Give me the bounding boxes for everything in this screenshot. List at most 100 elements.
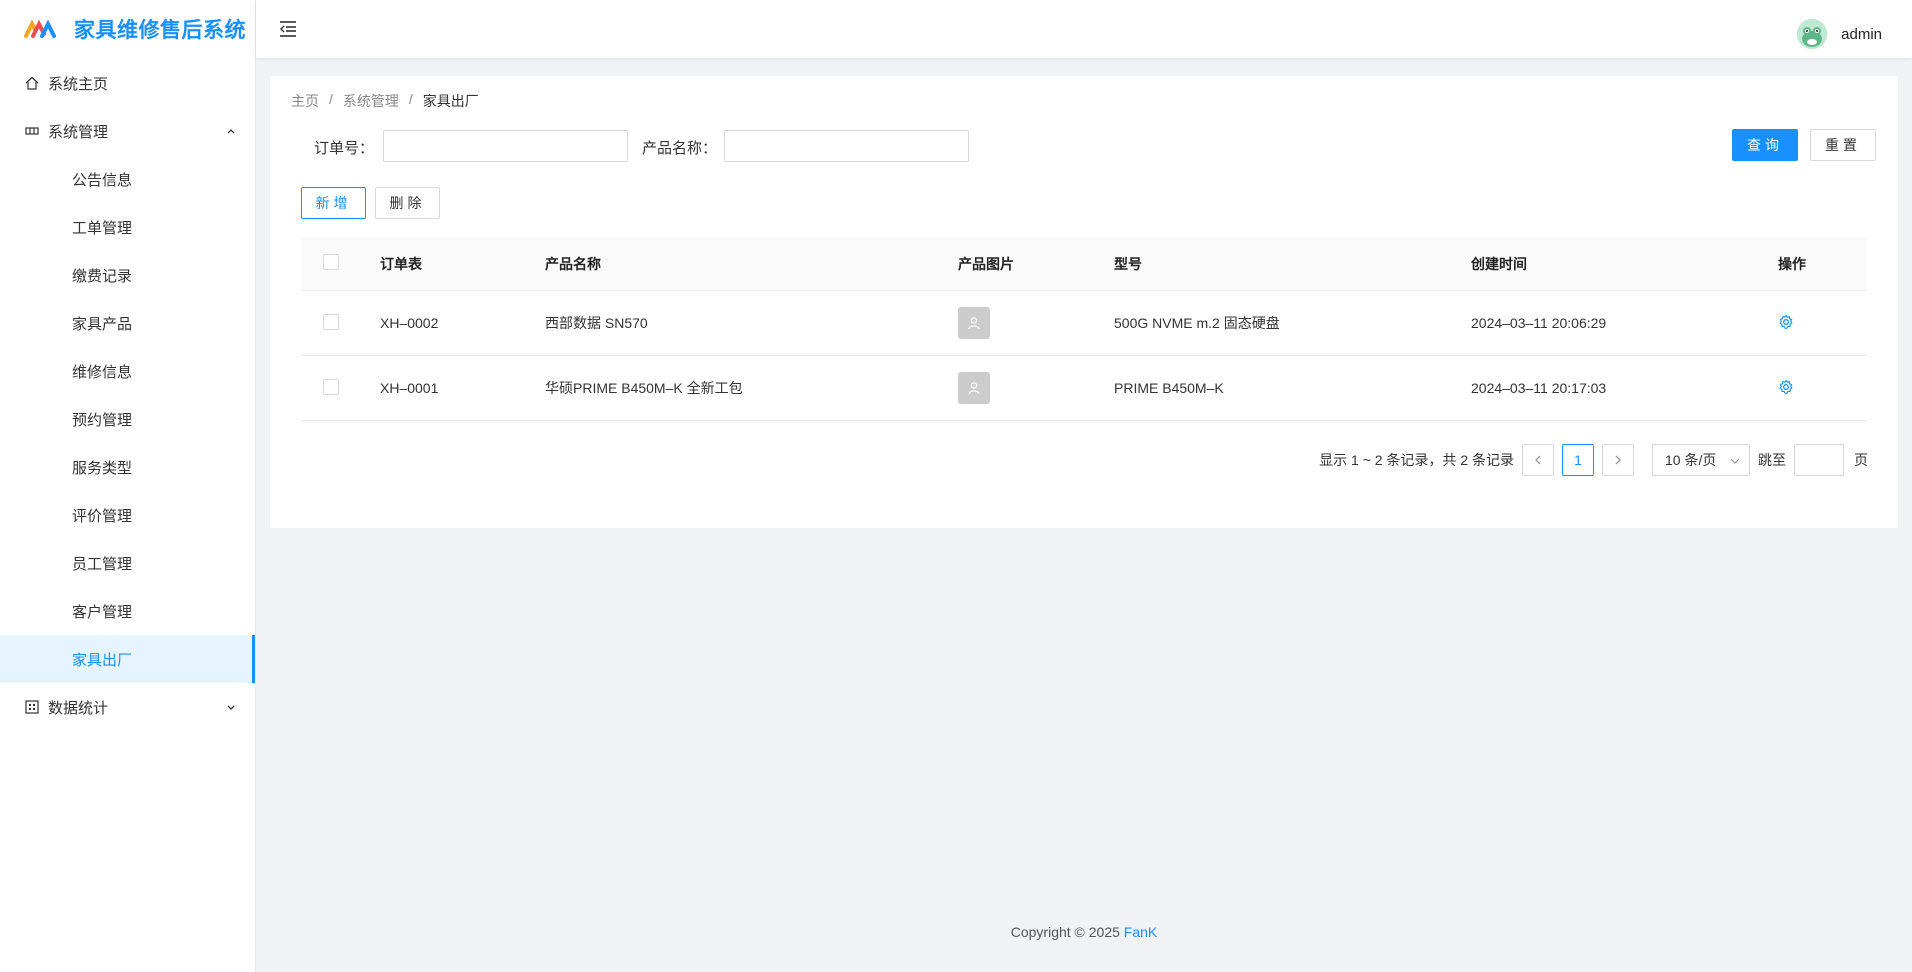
sidebar-subitem-label: 服务类型 (72, 459, 133, 477)
cell-order: XH–0002 (380, 315, 439, 331)
menu-label-system: 系统管理 (48, 123, 109, 141)
sidebar-subitem[interactable]: 员工管理 (0, 539, 255, 587)
home-icon (25, 76, 39, 90)
sidebar-subitem-label: 维修信息 (72, 363, 133, 381)
sidebar-subitem-label: 工单管理 (72, 219, 133, 237)
cell-product-name: 西部数据 SN570 (545, 315, 648, 331)
table-row[interactable]: XH–0002 西部数据 SN570 500G NVME m.2 固态硬盘 2024–… (301, 291, 1867, 356)
copyright-text: Copyright © 2025 (1010, 924, 1120, 940)
sidebar-subitem[interactable]: 评价管理 (0, 491, 255, 539)
chevron-right-icon (1615, 455, 1621, 465)
add-button[interactable]: 新增 (301, 187, 366, 219)
header-model: 型号 (1114, 255, 1142, 272)
sidebar-subitem-label: 家具产品 (72, 315, 133, 333)
system-submenu: 公告信息工单管理缴费记录家具产品维修信息预约管理服务类型评价管理员工管理客户管理… (0, 155, 255, 683)
sidebar-subitem[interactable]: 服务类型 (0, 443, 255, 491)
sidebar-subitem[interactable]: 家具产品 (0, 299, 255, 347)
header-created-time: 创建时间 (1471, 255, 1527, 272)
next-page-button[interactable] (1602, 444, 1634, 476)
sidebar-subitem[interactable]: 维修信息 (0, 347, 255, 395)
settings-gear-icon[interactable] (1778, 379, 1794, 395)
page-suffix: 页 (1854, 452, 1868, 468)
breadcrumb: 主页 / 系统管理 / 家具出厂 (291, 91, 479, 111)
menu-item-home[interactable]: 系统主页 (0, 59, 255, 107)
reset-button[interactable]: 重置 (1810, 129, 1876, 161)
sidebar-subitem[interactable]: 缴费记录 (0, 251, 255, 299)
user-icon (968, 382, 980, 395)
jump-page-input[interactable] (1794, 444, 1844, 476)
sidebar-subitem-label: 缴费记录 (72, 267, 133, 285)
page-number-1[interactable]: 1 (1562, 444, 1594, 476)
cell-created-time: 2024–03–11 20:17:03 (1471, 380, 1607, 396)
page-size-select[interactable]: 10 条/页 (1652, 444, 1750, 476)
cell-model: 500G NVME m.2 固态硬盘 (1114, 315, 1280, 331)
menu-label-home: 系统主页 (48, 75, 109, 93)
order-no-label: 订单号： (314, 140, 375, 157)
avatar-frog-icon (1797, 19, 1828, 49)
data-table: 订单表 产品名称 产品图片 型号 创建时间 操作 XH–0002 西部数据 SN5… (301, 237, 1867, 421)
content-card: 主页 / 系统管理 / 家具出厂 订单号： 产品名称： 查询 重置 新增 删除 … (270, 76, 1898, 528)
menu-item-system[interactable]: 系统管理 (0, 107, 255, 155)
cell-order: XH–0001 (380, 380, 439, 396)
user-icon (968, 317, 980, 330)
sidebar-subitem[interactable]: 客户管理 (0, 587, 255, 635)
product-image-placeholder[interactable] (958, 307, 990, 339)
sidebar-subitem-label: 家具出厂 (72, 651, 133, 669)
top-header: admin (256, 0, 1912, 58)
menu-fold-icon[interactable] (278, 19, 298, 39)
sidebar-subitem-label: 预约管理 (72, 411, 133, 429)
page-size-value: 10 条/页 (1665, 452, 1717, 468)
order-no-input[interactable] (383, 130, 628, 162)
sidebar-subitem[interactable]: 工单管理 (0, 203, 255, 251)
logo-icon (24, 20, 56, 38)
sidebar: 家具维修售后系统 系统主页 系统管理 公告信息工单管理缴费记录家具产品维修信息预… (0, 0, 256, 972)
sidebar-subitem-label: 客户管理 (72, 603, 133, 621)
row-checkbox[interactable] (323, 313, 339, 330)
query-button[interactable]: 查询 (1732, 129, 1798, 161)
settings-gear-icon[interactable] (1778, 314, 1794, 330)
menu-label-stats: 数据统计 (48, 699, 109, 717)
prev-page-button[interactable] (1522, 444, 1554, 476)
sidebar-subitem[interactable]: 预约管理 (0, 395, 255, 443)
breadcrumb-separator: / (329, 91, 333, 107)
product-name-label: 产品名称： (642, 140, 718, 157)
breadcrumb-system[interactable]: 系统管理 (343, 91, 399, 111)
header-product-image: 产品图片 (958, 255, 1014, 272)
breadcrumb-current: 家具出厂 (422, 93, 479, 109)
pagination-summary: 显示 1 ~ 2 条记录，共 2 条记录 (1319, 452, 1514, 468)
chevron-up-icon (227, 129, 235, 134)
header-product-name: 产品名称 (545, 255, 601, 272)
cell-created-time: 2024–03–11 20:06:29 (1471, 315, 1607, 331)
menu-item-stats[interactable]: 数据统计 (0, 683, 255, 731)
chevron-down-icon (227, 705, 235, 710)
dashboard-icon (25, 700, 39, 714)
chevron-down-icon (1730, 458, 1740, 464)
system-icon (25, 127, 39, 135)
delete-button[interactable]: 删除 (375, 187, 440, 219)
sidebar-subitem-label: 员工管理 (72, 555, 133, 573)
avatar (1797, 19, 1828, 49)
header-actions: 操作 (1778, 255, 1806, 272)
user-menu[interactable]: admin (1797, 18, 1882, 50)
header-order: 订单表 (380, 255, 422, 272)
author-link[interactable]: FanK (1124, 924, 1157, 940)
sidebar-subitem[interactable]: 公告信息 (0, 155, 255, 203)
sidebar-subitem[interactable]: 家具出厂 (0, 635, 255, 683)
table-row[interactable]: XH–0001 华硕PRIME B450M–K 全新工包 PRIME B450M–K… (301, 356, 1867, 421)
logo[interactable]: 家具维修售后系统 (0, 0, 255, 58)
product-name-input[interactable] (724, 130, 969, 162)
chevron-left-icon (1535, 455, 1541, 465)
table-header: 订单表 产品名称 产品图片 型号 创建时间 操作 (301, 237, 1867, 291)
breadcrumb-separator: / (408, 91, 413, 107)
app-title: 家具维修售后系统 (74, 19, 246, 42)
breadcrumb-home[interactable]: 主页 (291, 91, 319, 111)
jump-label: 跳至 (1758, 452, 1786, 468)
product-image-placeholder[interactable] (958, 372, 990, 404)
footer: Copyright © 2025 FanK (256, 924, 1912, 940)
cell-product-name: 华硕PRIME B450M–K 全新工包 (545, 380, 743, 396)
sidebar-subitem-label: 评价管理 (72, 507, 133, 525)
row-checkbox[interactable] (323, 378, 339, 395)
select-all-checkbox[interactable] (323, 254, 339, 270)
username: admin (1841, 25, 1882, 43)
cell-model: PRIME B450M–K (1114, 380, 1224, 396)
